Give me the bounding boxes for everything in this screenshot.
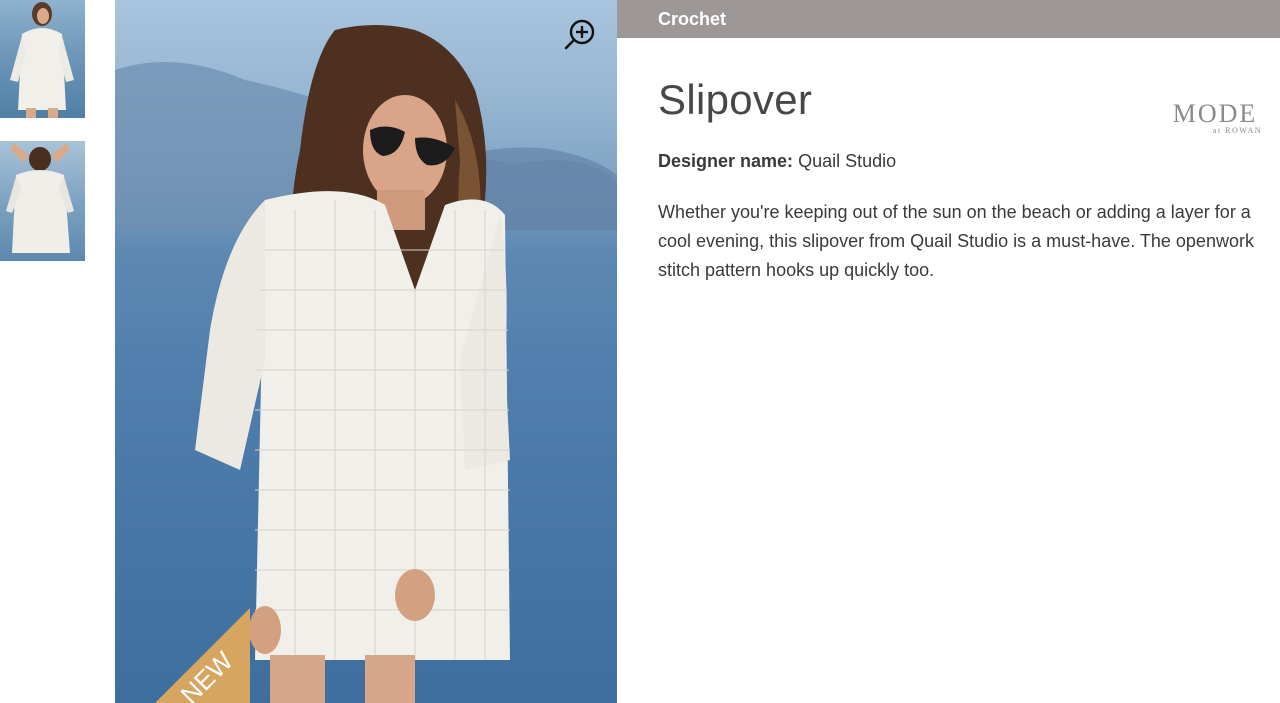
designer-label: Designer name: xyxy=(658,151,794,171)
designer-name: Quail Studio xyxy=(798,151,897,171)
thumbnail-front[interactable] xyxy=(0,0,85,118)
svg-text:MODE: MODE xyxy=(1173,99,1258,128)
brand-logo: MODE at ROWAN xyxy=(1160,98,1270,138)
category-label[interactable]: Crochet xyxy=(658,9,726,30)
product-main-image[interactable]: NEW xyxy=(115,0,617,703)
thumbnail-back-image xyxy=(6,143,74,253)
zoom-in-icon[interactable] xyxy=(563,18,597,52)
product-description: Whether you're keeping out of the sun on… xyxy=(658,202,1254,280)
thumbnail-back[interactable] xyxy=(0,141,85,261)
designer-line: Designer name: Quail Studio xyxy=(658,151,896,172)
product-title: Slipover xyxy=(658,76,813,123)
svg-text:at ROWAN: at ROWAN xyxy=(1213,126,1262,135)
model-photo xyxy=(115,25,617,703)
thumbnail-front-image xyxy=(10,2,74,118)
new-badge: NEW xyxy=(155,608,255,703)
category-bar: Crochet xyxy=(617,0,1280,38)
